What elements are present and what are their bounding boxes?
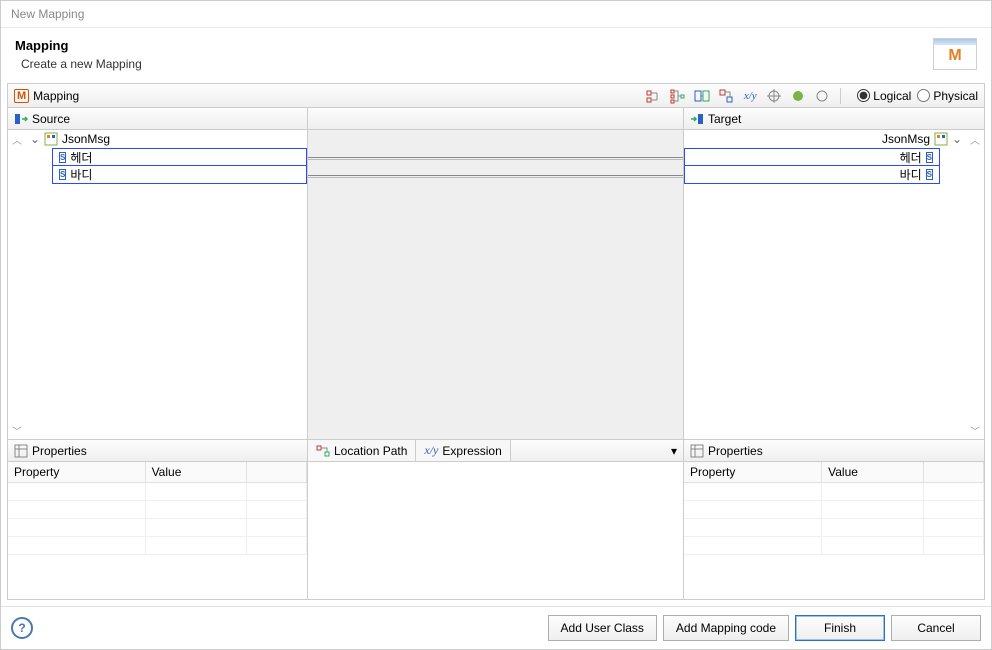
toolbar-transform-icon[interactable]	[718, 88, 734, 104]
toolbar-circle-outline-icon[interactable]	[814, 88, 830, 104]
target-child-label: 헤더	[900, 149, 922, 166]
source-child-label: 헤더	[70, 149, 92, 166]
footer: ? Add User Class Add Mapping code Finish…	[1, 606, 991, 649]
tab-location-path[interactable]: Location Path	[308, 440, 416, 461]
tab-label: Location Path	[334, 444, 407, 458]
string-type-icon: S	[59, 152, 66, 163]
radio-physical[interactable]: Physical	[917, 89, 978, 103]
target-properties-panel: Properties PropertyValue	[684, 440, 984, 599]
mapping-canvas[interactable]	[308, 108, 684, 439]
target-icon	[690, 112, 704, 126]
toolbar-tree-link-icon[interactable]	[646, 88, 662, 104]
target-child-label: 바디	[900, 166, 922, 183]
mapping-icon: M	[14, 89, 29, 103]
add-mapping-code-button[interactable]: Add Mapping code	[663, 615, 789, 641]
expand-icon[interactable]: ⌄	[30, 132, 40, 146]
wizard-header: Mapping Create a new Mapping M	[1, 28, 991, 83]
source-properties-panel: Properties PropertyValue	[8, 440, 308, 599]
target-properties-table[interactable]: PropertyValue	[684, 462, 984, 555]
tab-content	[308, 462, 683, 599]
source-title: Source	[32, 112, 70, 126]
json-msg-icon	[44, 132, 58, 146]
source-properties-table[interactable]: PropertyValue	[8, 462, 307, 555]
source-root-row[interactable]: ⌄ JsonMsg	[24, 130, 307, 148]
json-msg-icon	[934, 132, 948, 146]
cancel-button[interactable]: Cancel	[891, 615, 981, 641]
mapping-toolbar: M Mapping x/y Logical Physical	[8, 84, 984, 108]
toolbar-table-link-icon[interactable]	[694, 88, 710, 104]
properties-title: Properties	[708, 444, 763, 458]
col-value[interactable]: Value	[822, 462, 924, 483]
target-title: Target	[708, 112, 741, 126]
source-child-row[interactable]: S 헤더	[52, 148, 307, 166]
col-property[interactable]: Property	[684, 462, 822, 483]
col-value[interactable]: Value	[145, 462, 246, 483]
properties-icon	[14, 444, 28, 458]
scroll-up-icon[interactable]: ︿	[968, 132, 982, 146]
tab-label: Expression	[442, 444, 501, 458]
string-type-icon: S	[926, 169, 933, 180]
finish-button[interactable]: Finish	[795, 615, 885, 641]
col-property[interactable]: Property	[8, 462, 145, 483]
window-title: New Mapping	[1, 1, 991, 28]
properties-title: Properties	[32, 444, 87, 458]
toolbar-target-icon[interactable]	[766, 88, 782, 104]
mapping-link[interactable]	[308, 157, 683, 158]
radio-logical[interactable]: Logical	[857, 89, 911, 103]
scroll-down-icon[interactable]: ﹀	[10, 423, 24, 437]
source-tree[interactable]: ︿ ﹀ ⌄ JsonMsg S 헤더 S	[8, 130, 307, 439]
scroll-down-icon[interactable]: ﹀	[968, 423, 982, 437]
toolbar-green-dot-icon[interactable]	[790, 88, 806, 104]
properties-icon	[690, 444, 704, 458]
mapping-title: Mapping	[33, 89, 79, 103]
target-child-row[interactable]: S 헤더	[684, 148, 940, 166]
center-tabs-panel: Location Path x/y Expression ▾	[308, 440, 684, 599]
main-area: M Mapping x/y Logical Physical	[7, 83, 985, 600]
mapping-link[interactable]	[308, 175, 683, 176]
tab-dropdown-icon[interactable]: ▾	[665, 440, 683, 461]
target-root-row[interactable]: ⌄ JsonMsg	[684, 130, 968, 148]
target-root-label: JsonMsg	[882, 132, 930, 146]
add-user-class-button[interactable]: Add User Class	[548, 615, 657, 641]
source-icon	[14, 112, 28, 126]
source-child-label: 바디	[70, 166, 92, 183]
expression-icon: x/y	[424, 443, 438, 458]
target-panel: Target ︿ ﹀ ⌄ JsonMsg S 헤더	[684, 108, 984, 439]
help-icon[interactable]: ?	[11, 617, 33, 639]
location-path-icon	[316, 444, 330, 458]
string-type-icon: S	[59, 169, 66, 180]
target-child-row[interactable]: S 바디	[684, 166, 940, 184]
toolbar-tree-multi-icon[interactable]	[670, 88, 686, 104]
page-subtitle: Create a new Mapping	[21, 57, 142, 71]
string-type-icon: S	[926, 152, 933, 163]
toolbar-separator	[840, 88, 841, 104]
source-root-label: JsonMsg	[62, 132, 110, 146]
expand-icon[interactable]: ⌄	[952, 132, 962, 146]
source-panel: Source ︿ ﹀ ⌄ JsonMsg S 헤더	[8, 108, 308, 439]
wizard-icon: M	[933, 38, 977, 70]
target-tree[interactable]: ︿ ﹀ ⌄ JsonMsg S 헤더 S	[684, 130, 984, 439]
scroll-up-icon[interactable]: ︿	[10, 132, 24, 146]
toolbar-xy-icon[interactable]: x/y	[742, 88, 758, 104]
tab-expression[interactable]: x/y Expression	[416, 440, 510, 461]
mapping-link[interactable]	[308, 159, 683, 160]
page-title: Mapping	[15, 38, 142, 53]
source-child-row[interactable]: S 바디	[52, 166, 307, 184]
mapping-link[interactable]	[308, 177, 683, 178]
